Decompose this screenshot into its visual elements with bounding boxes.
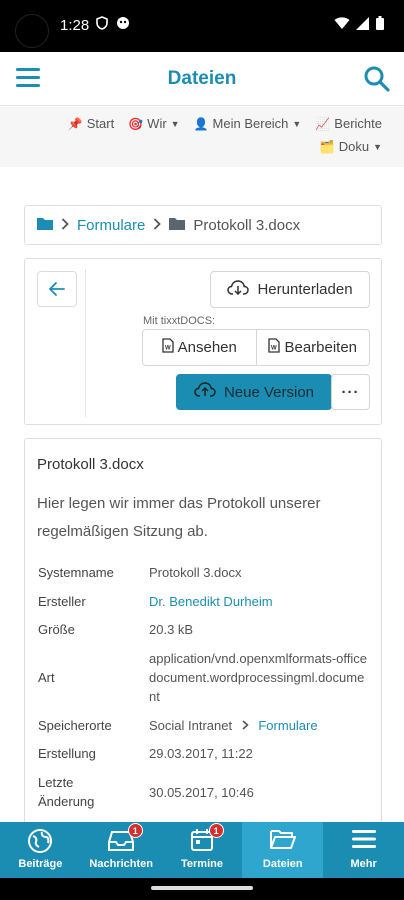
user-icon: 👤 <box>193 116 209 131</box>
tab-label: Termine <box>181 858 223 870</box>
tixxtdocs-label: Mit tixxtDOCS: <box>143 315 216 327</box>
tab-dateien[interactable]: Dateien <box>242 822 324 878</box>
divider <box>85 269 86 417</box>
creator-link[interactable]: Dr. Benedikt Durheim <box>149 592 369 611</box>
bottom-navigation: Beiträge 1 Nachrichten 1 Termine Dateien… <box>0 822 404 878</box>
more-options-button[interactable]: ··· <box>331 374 370 410</box>
search-icon[interactable] <box>362 64 392 94</box>
nav-item-mein-bereich[interactable]: 👤 Mein Bereich ▼ <box>194 116 302 131</box>
tab-nachrichten[interactable]: 1 Nachrichten <box>81 822 162 878</box>
tab-label: Beiträge <box>18 858 63 870</box>
target-icon: 🎯 <box>128 116 144 131</box>
meta-value-speicherorte: Social Intranet Formulare <box>149 716 369 735</box>
svg-text:W: W <box>165 346 171 352</box>
location-folder-link[interactable]: Formulare <box>258 718 317 733</box>
file-actions-panel: Herunterladen Mit tixxtDOCS: W Ansehen W… <box>24 258 382 425</box>
breadcrumb: Formulare Protokoll 3.docx <box>24 205 382 245</box>
tab-beitraege[interactable]: Beiträge <box>0 822 81 878</box>
nav-item-label: Wir <box>147 116 167 131</box>
battery-icon <box>376 16 384 35</box>
notification-icon <box>116 16 130 35</box>
location-root: Social Intranet <box>149 718 233 733</box>
camera-cutout <box>15 14 49 48</box>
file-details-panel: Protokoll 3.docx Hier legen wir immer da… <box>24 438 382 858</box>
meta-label-erstellung: Erstellung <box>38 746 96 761</box>
meta-label-ersteller: Ersteller <box>38 594 86 609</box>
word-document-icon: W <box>161 338 174 357</box>
pin-icon: 📌 <box>67 116 83 131</box>
chart-icon: 📈 <box>315 116 331 131</box>
edit-button[interactable]: W Bearbeiten <box>255 330 370 365</box>
caret-down-icon: ▼ <box>292 118 302 129</box>
svg-text:W: W <box>271 346 277 352</box>
notification-badge: 1 <box>208 823 224 838</box>
breadcrumb-current: Protokoll 3.docx <box>193 216 301 234</box>
meta-value-aenderung: 30.05.2017, 10:46 <box>149 785 254 800</box>
notification-badge: 1 <box>127 823 143 838</box>
breadcrumb-link-formulare[interactable]: Formulare <box>77 217 145 234</box>
tab-termine[interactable]: 1 Termine <box>162 822 243 878</box>
new-version-button[interactable]: Neue Version <box>176 374 332 410</box>
cloud-upload-icon <box>194 382 216 402</box>
back-button[interactable] <box>37 271 77 307</box>
meta-label-speicherorte: Speicherorte <box>38 718 112 733</box>
status-bar: 1:28 <box>0 0 404 52</box>
wifi-icon <box>334 16 350 35</box>
shield-icon <box>96 16 108 35</box>
meta-value-art: application/vnd.openxmlformats-officedoc… <box>149 651 367 704</box>
nav-item-doku[interactable]: 🗂️ Doku ▼ <box>320 139 382 154</box>
app-header: Dateien <box>0 52 404 106</box>
cloud-download-icon <box>227 279 250 300</box>
edit-label: Bearbeiten <box>284 339 358 356</box>
gesture-bar <box>0 878 404 900</box>
nav-item-label: Doku <box>338 139 370 154</box>
nav-item-label: Start <box>86 116 115 131</box>
download-button[interactable]: Herunterladen <box>210 271 370 308</box>
nav-item-start[interactable]: 📌 Start <box>68 116 114 131</box>
folder-icon <box>169 217 186 234</box>
new-version-label: Neue Version <box>223 383 315 401</box>
top-navigation: 📌 Start 🎯 Wir ▼ 👤 Mein Bereich ▼ 📈 Beric… <box>0 107 404 167</box>
caret-down-icon: ▼ <box>170 118 180 129</box>
chevron-right-icon <box>61 217 69 233</box>
document-description: Hier legen wir immer das Protokoll unser… <box>37 495 321 540</box>
meta-label-systemname: Systemname <box>38 565 114 580</box>
more-options-icon: ··· <box>341 383 360 401</box>
word-document-icon: W <box>268 338 281 357</box>
nav-item-berichte[interactable]: 📈 Berichte <box>315 116 382 131</box>
meta-value-systemname: Protokoll 3.docx <box>149 565 242 580</box>
page-title: Dateien <box>167 68 237 89</box>
tab-label: Nachrichten <box>89 858 153 870</box>
document-title: Protokoll 3.docx <box>37 456 144 473</box>
chevron-right-icon <box>153 217 162 233</box>
view-button[interactable]: W Ansehen <box>143 330 256 365</box>
chevron-right-icon <box>236 718 259 733</box>
arrow-left-icon <box>49 282 65 296</box>
caret-down-icon: ▼ <box>373 141 382 152</box>
status-time: 1:28 <box>60 17 90 34</box>
tixxtdocs-button-group: W Ansehen W Bearbeiten <box>142 329 370 366</box>
home-indicator[interactable] <box>151 886 253 890</box>
tab-mehr[interactable]: Mehr <box>323 822 404 878</box>
meta-value-erstellung: 29.03.2017, 11:22 <box>149 746 253 761</box>
nav-item-wir[interactable]: 🎯 Wir ▼ <box>128 116 179 131</box>
meta-value-groesse: 20.3 kB <box>149 622 194 637</box>
meta-label-aenderung: Letzte Änderung <box>38 775 95 809</box>
tab-label: Mehr <box>350 858 377 870</box>
view-label: Ansehen <box>177 339 237 356</box>
menu-icon <box>351 828 377 853</box>
download-label: Herunterladen <box>257 281 353 298</box>
tab-label: Dateien <box>262 858 303 870</box>
folder-open-icon <box>269 828 296 853</box>
meta-label-art: Art <box>38 670 55 685</box>
nav-item-label: Mein Bereich <box>212 116 289 131</box>
folder-icon[interactable] <box>37 217 53 234</box>
nav-item-label: Berichte <box>334 116 382 131</box>
meta-label-groesse: Größe <box>38 622 75 637</box>
globe-icon <box>27 828 53 857</box>
signal-icon <box>356 16 370 35</box>
folder-icon: 🗂️ <box>319 139 335 154</box>
